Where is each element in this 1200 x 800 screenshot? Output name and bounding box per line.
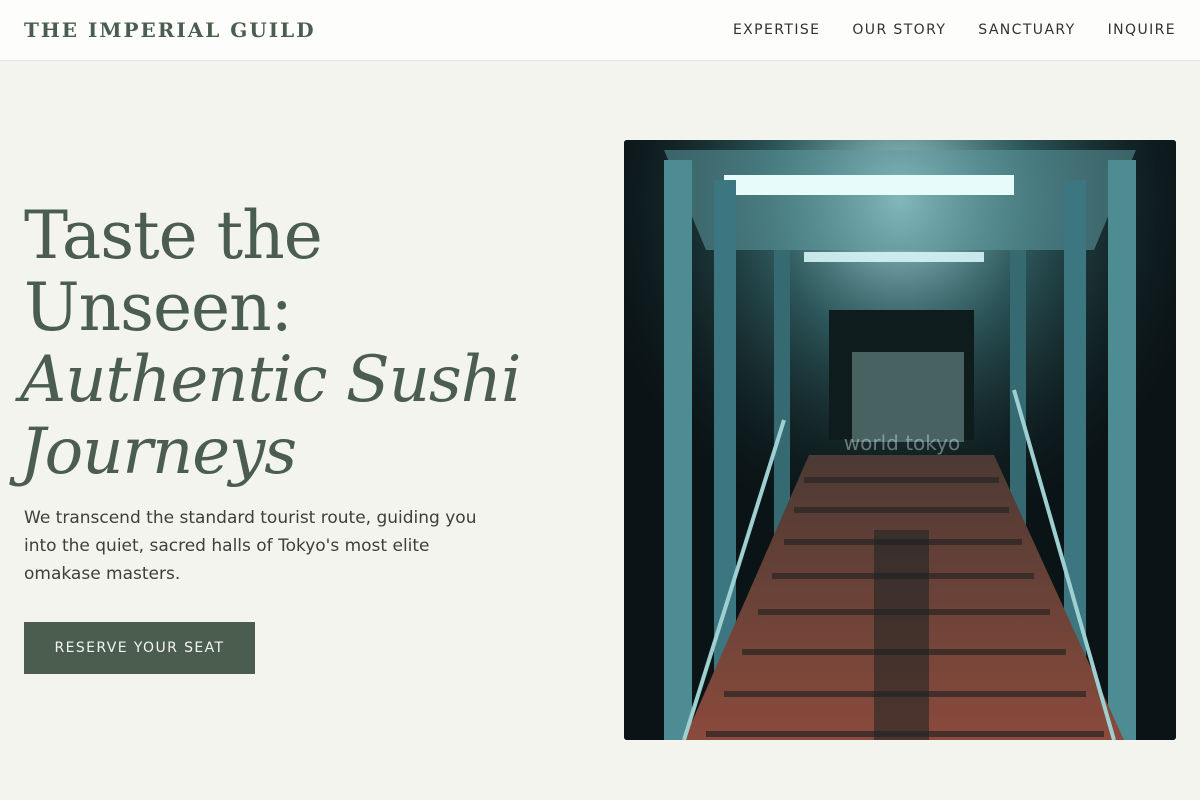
nav-link-expertise[interactable]: EXPERTISE — [733, 22, 820, 38]
brand-logo[interactable]: THE IMPERIAL GUILD — [24, 18, 316, 42]
hero-headline: Taste the Unseen: Authentic Sushi Journe… — [20, 197, 544, 489]
image-watermark: world tokyo — [844, 431, 960, 455]
hero-image: world tokyo — [624, 140, 1176, 740]
nav-link-inquire[interactable]: INQUIRE — [1108, 22, 1176, 38]
reserve-seat-button[interactable]: RESERVE YOUR SEAT — [24, 622, 255, 674]
main-nav: EXPERTISE OUR STORY SANCTUARY INQUIRE — [733, 22, 1176, 38]
nav-link-our-story[interactable]: OUR STORY — [852, 22, 946, 38]
hero-description: We transcend the standard tourist route,… — [24, 508, 477, 584]
site-header: THE IMPERIAL GUILD EXPERTISE OUR STORY S… — [0, 0, 1200, 61]
headline-line-2: Unseen: — [24, 269, 293, 346]
headline-line-3: Authentic Sushi — [20, 343, 521, 417]
staircase-photo: world tokyo — [624, 140, 1176, 740]
nav-link-sanctuary[interactable]: SANCTUARY — [978, 22, 1075, 38]
headline-line-4: Journeys — [20, 415, 297, 489]
hero-section: Taste the Unseen: Authentic Sushi Journe… — [20, 197, 544, 674]
headline-line-1: Taste the — [24, 197, 323, 274]
